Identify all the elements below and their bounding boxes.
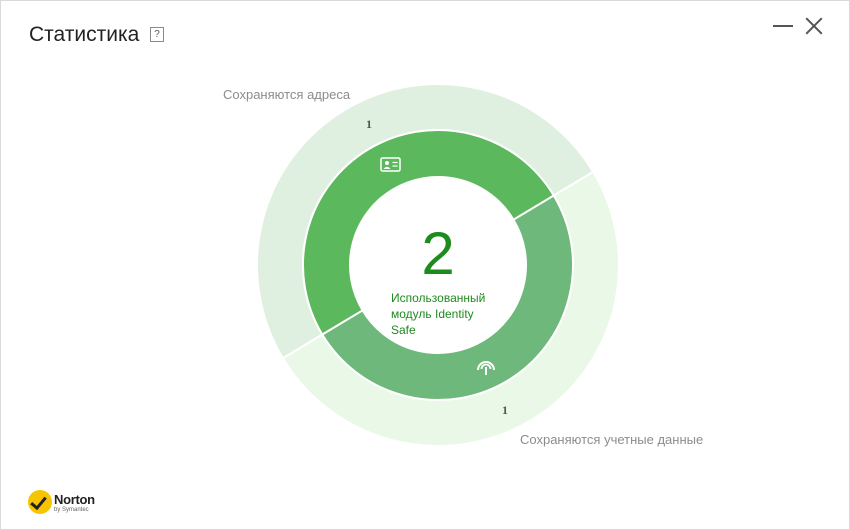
segment-label-addresses: Сохраняются адреса: [223, 87, 351, 102]
segment-label-credentials: Сохраняются учетные данные: [520, 432, 704, 447]
segment-count-addresses: 1: [366, 117, 372, 131]
statistics-window: Статистика ? Сохраняются адреса 1 Сохран…: [0, 0, 850, 530]
logo-name: Norton: [54, 492, 95, 507]
logo-subtitle: by Symantec: [54, 507, 89, 513]
norton-check-icon: [28, 490, 52, 514]
segment-count-credentials: 1: [502, 403, 508, 417]
total-count: 2: [421, 220, 455, 287]
total-count-label: Использованный модуль Identity Safe: [391, 291, 486, 337]
norton-logo: Norton by Symantec: [28, 490, 108, 518]
